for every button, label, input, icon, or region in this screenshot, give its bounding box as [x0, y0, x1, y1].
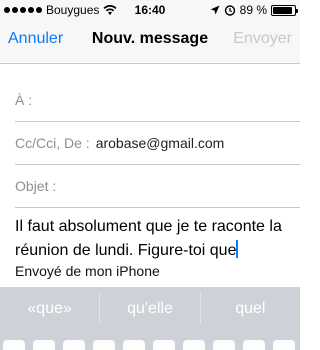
keyboard-key[interactable] — [273, 340, 295, 350]
suggestion-3[interactable]: quel — [201, 287, 300, 330]
cc-from-field[interactable]: Cc/Cci, De : arobase@gmail.com — [15, 122, 300, 165]
location-icon — [210, 5, 220, 15]
from-address: arobase@gmail.com — [95, 135, 225, 151]
subject-label: Objet : — [15, 178, 57, 194]
to-label: À : — [15, 92, 33, 108]
keyboard-key[interactable] — [63, 340, 85, 350]
suggestion-2[interactable]: qu'elle — [100, 287, 199, 330]
battery-percent: 89 % — [239, 3, 267, 17]
subject-field[interactable]: Objet : — [15, 165, 300, 208]
to-field[interactable]: À : — [15, 79, 300, 122]
suggestion-bar: «que» qu'elle quel — [0, 287, 300, 330]
keyboard-key[interactable] — [93, 340, 115, 350]
keyboard-key[interactable] — [153, 340, 175, 350]
keyboard-key[interactable] — [33, 340, 55, 350]
body-text: Il faut absolument que je te raconte la … — [15, 218, 282, 259]
keyboard-key[interactable] — [243, 340, 265, 350]
keyboard-key[interactable] — [3, 340, 25, 350]
alarm-icon — [224, 5, 235, 16]
cc-label: Cc/Cci, De : — [15, 135, 90, 151]
keyboard — [0, 330, 300, 350]
battery-icon — [271, 4, 298, 16]
suggestion-1[interactable]: «que» — [0, 287, 99, 330]
keyboard-key[interactable] — [213, 340, 235, 350]
battery-fill — [273, 6, 292, 14]
send-button[interactable]: Envoyer — [233, 30, 292, 48]
status-right: 89 % — [210, 3, 298, 17]
text-cursor — [236, 240, 239, 258]
keyboard-key[interactable] — [183, 340, 205, 350]
status-bar: Bouygues 16:40 89 % — [0, 0, 300, 20]
signature: Envoyé de mon iPhone — [15, 263, 160, 279]
keyboard-key[interactable] — [123, 340, 145, 350]
message-body[interactable]: Il faut absolument que je te raconte la … — [15, 215, 287, 263]
